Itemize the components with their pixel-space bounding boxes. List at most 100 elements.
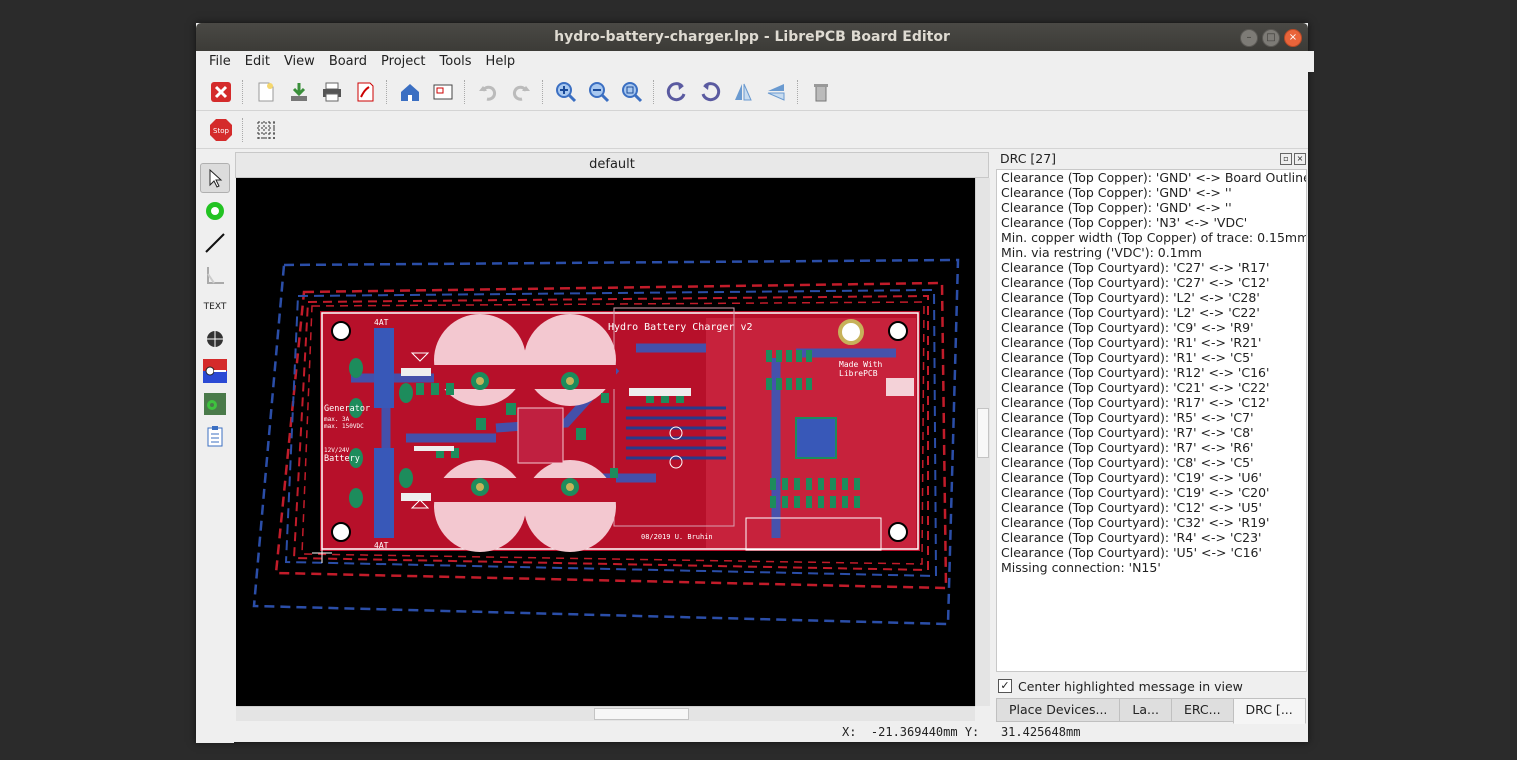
menu-board[interactable]: Board	[322, 54, 374, 69]
horizontal-scroll-thumb[interactable]	[594, 708, 689, 720]
drc-message[interactable]: Clearance (Top Courtyard): 'C27' <-> 'C1…	[997, 275, 1306, 290]
menu-project[interactable]: Project	[374, 54, 432, 69]
svg-text:Stop: Stop	[213, 127, 229, 135]
window-title: hydro-battery-charger.lpp - LibrePCB Boa…	[554, 29, 950, 45]
redo-icon[interactable]	[507, 78, 535, 106]
drc-title-bar: DRC [27] ▫ ×	[996, 150, 1308, 168]
text-icon[interactable]: TEXT	[200, 292, 230, 322]
drc-message[interactable]: Clearance (Top Courtyard): 'R7' <-> 'R6'	[997, 440, 1306, 455]
center-highlight-label: Center highlighted message in view	[1018, 678, 1243, 694]
export-pdf-icon[interactable]	[351, 78, 379, 106]
menu-bar: File Edit View Board Project Tools Help	[196, 51, 1314, 72]
home-icon[interactable]	[396, 78, 424, 106]
drc-message[interactable]: Missing connection: 'N15'	[997, 560, 1306, 575]
drc-message[interactable]: Clearance (Top Courtyard): 'L2' <-> 'C22…	[997, 305, 1306, 320]
center-highlight-row[interactable]: ✓ Center highlighted message in view	[996, 676, 1243, 696]
drc-message[interactable]: Clearance (Top Copper): 'N3' <-> 'VDC'	[997, 215, 1306, 230]
board-canvas[interactable]: Hydro Battery Charger v2 Made With Libre…	[236, 178, 975, 706]
save-icon[interactable]	[285, 78, 313, 106]
menu-help[interactable]: Help	[479, 54, 523, 69]
drc-message[interactable]: Clearance (Top Courtyard): 'C19' <-> 'U6…	[997, 470, 1306, 485]
drc-message[interactable]: Clearance (Top Courtyard): 'C32' <-> 'R1…	[997, 515, 1306, 530]
print-icon[interactable]	[318, 78, 346, 106]
zoom-fit-icon[interactable]	[618, 78, 646, 106]
drc-message[interactable]: Clearance (Top Courtyard): 'R7' <-> 'C8'	[997, 425, 1306, 440]
drc-message[interactable]: Min. via restring ('VDC'): 0.1mm	[997, 245, 1306, 260]
capacitor-c3[interactable]	[434, 460, 526, 552]
new-icon[interactable]	[252, 78, 280, 106]
drc-message[interactable]: Clearance (Top Courtyard): 'R1' <-> 'C5'	[997, 350, 1306, 365]
fuse-label-bottom: 4AT	[374, 541, 389, 550]
rotate-cw-icon[interactable]	[696, 78, 724, 106]
flip-horizontal-icon[interactable]	[729, 78, 757, 106]
secondary-toolbar: Stop	[196, 111, 1308, 149]
drc-message[interactable]: Min. copper width (Top Copper) of trace:…	[997, 230, 1306, 245]
drc-message[interactable]: Clearance (Top Courtyard): 'R1' <-> 'R21…	[997, 335, 1306, 350]
board-title-text: Hydro Battery Charger v2	[608, 322, 753, 333]
drc-message[interactable]: Clearance (Top Courtyard): 'C8' <-> 'C5'	[997, 455, 1306, 470]
drc-message[interactable]: Clearance (Top Courtyard): 'R12' <-> 'C1…	[997, 365, 1306, 380]
checklist-icon[interactable]	[200, 421, 230, 451]
dock-float-button[interactable]: ▫	[1280, 153, 1292, 165]
drc-message[interactable]: Clearance (Top Courtyard): 'C19' <-> 'C2…	[997, 485, 1306, 500]
menu-edit[interactable]: Edit	[238, 54, 277, 69]
board-tab[interactable]: default	[235, 152, 989, 178]
status-bar: X: -21.369440mm Y: 31.425648mm	[196, 722, 1308, 742]
drc-message[interactable]: Clearance (Top Courtyard): 'U5' <-> 'C16…	[997, 545, 1306, 560]
close-project-icon[interactable]	[207, 78, 235, 106]
grid-icon[interactable]	[252, 116, 280, 144]
drc-message[interactable]: Clearance (Top Courtyard): 'L2' <-> 'C28…	[997, 290, 1306, 305]
polygon-icon[interactable]	[200, 260, 230, 290]
menu-tools[interactable]: Tools	[433, 54, 479, 69]
minimize-button[interactable]: –	[1240, 29, 1258, 47]
trace-icon[interactable]	[200, 228, 230, 258]
drc-message[interactable]: Clearance (Top Courtyard): 'R4' <-> 'C23…	[997, 530, 1306, 545]
librepcb-text: LibrePCB	[839, 369, 878, 378]
hole-icon[interactable]	[200, 324, 230, 354]
battery-text: Battery	[324, 454, 360, 464]
close-window-button[interactable]: ×	[1284, 29, 1302, 47]
tab-drc[interactable]: DRC [...	[1232, 698, 1306, 724]
undo-icon[interactable]	[474, 78, 502, 106]
rotate-ccw-icon[interactable]	[663, 78, 691, 106]
zoom-in-icon[interactable]	[552, 78, 580, 106]
main-toolbar	[196, 73, 1308, 111]
drc-message[interactable]: Clearance (Top Courtyard): 'C21' <-> 'C2…	[997, 380, 1306, 395]
drc-message[interactable]: Clearance (Top Copper): 'GND' <-> ''	[997, 200, 1306, 215]
cursor-coordinates: X: -21.369440mm Y: 31.425648mm	[842, 725, 1081, 739]
menu-file[interactable]: File	[202, 54, 238, 69]
drc-message[interactable]: Clearance (Top Copper): 'GND' <-> Board …	[997, 170, 1306, 185]
maximize-button[interactable]: □	[1262, 29, 1280, 47]
canvas-horizontal-scrollbar[interactable]	[236, 706, 975, 721]
drc-message[interactable]: Clearance (Top Courtyard): 'C9' <-> 'R9'	[997, 320, 1306, 335]
via-icon[interactable]	[200, 196, 230, 226]
gen-spec1-text: max. 3A	[324, 416, 350, 423]
capacitor-c4[interactable]	[524, 460, 616, 552]
plane-icon[interactable]	[200, 389, 230, 419]
generator-text: Generator	[324, 404, 370, 414]
drc-message-list[interactable]: Clearance (Top Copper): 'GND' <-> Board …	[996, 169, 1307, 672]
vertical-scroll-thumb[interactable]	[977, 408, 989, 458]
canvas-vertical-scrollbar[interactable]	[975, 178, 990, 706]
tab-place-devices[interactable]: Place Devices...	[996, 698, 1121, 722]
tab-erc[interactable]: ERC...	[1170, 698, 1234, 722]
capacitor-c2[interactable]	[524, 314, 616, 406]
dock-close-button[interactable]: ×	[1294, 153, 1306, 165]
battery-spec-text: 12V/24V	[324, 447, 350, 454]
drc-message[interactable]: Clearance (Top Copper): 'GND' <-> ''	[997, 185, 1306, 200]
flip-vertical-icon[interactable]	[762, 78, 790, 106]
schematic-editor-icon[interactable]	[429, 78, 457, 106]
drc-message[interactable]: Clearance (Top Courtyard): 'R5' <-> 'C7'	[997, 410, 1306, 425]
tool-palette: TEXT	[196, 153, 234, 743]
tab-layers[interactable]: La...	[1119, 698, 1172, 722]
select-icon[interactable]	[200, 163, 230, 193]
add-device-icon[interactable]	[200, 356, 230, 386]
zoom-out-icon[interactable]	[585, 78, 613, 106]
center-highlight-checkbox[interactable]: ✓	[998, 679, 1012, 693]
drc-message[interactable]: Clearance (Top Courtyard): 'C27' <-> 'R1…	[997, 260, 1306, 275]
delete-icon[interactable]	[807, 78, 835, 106]
drc-message[interactable]: Clearance (Top Courtyard): 'C12' <-> 'U5…	[997, 500, 1306, 515]
stop-icon[interactable]: Stop	[207, 116, 235, 144]
drc-message[interactable]: Clearance (Top Courtyard): 'R17' <-> 'C1…	[997, 395, 1306, 410]
menu-view[interactable]: View	[277, 54, 322, 69]
